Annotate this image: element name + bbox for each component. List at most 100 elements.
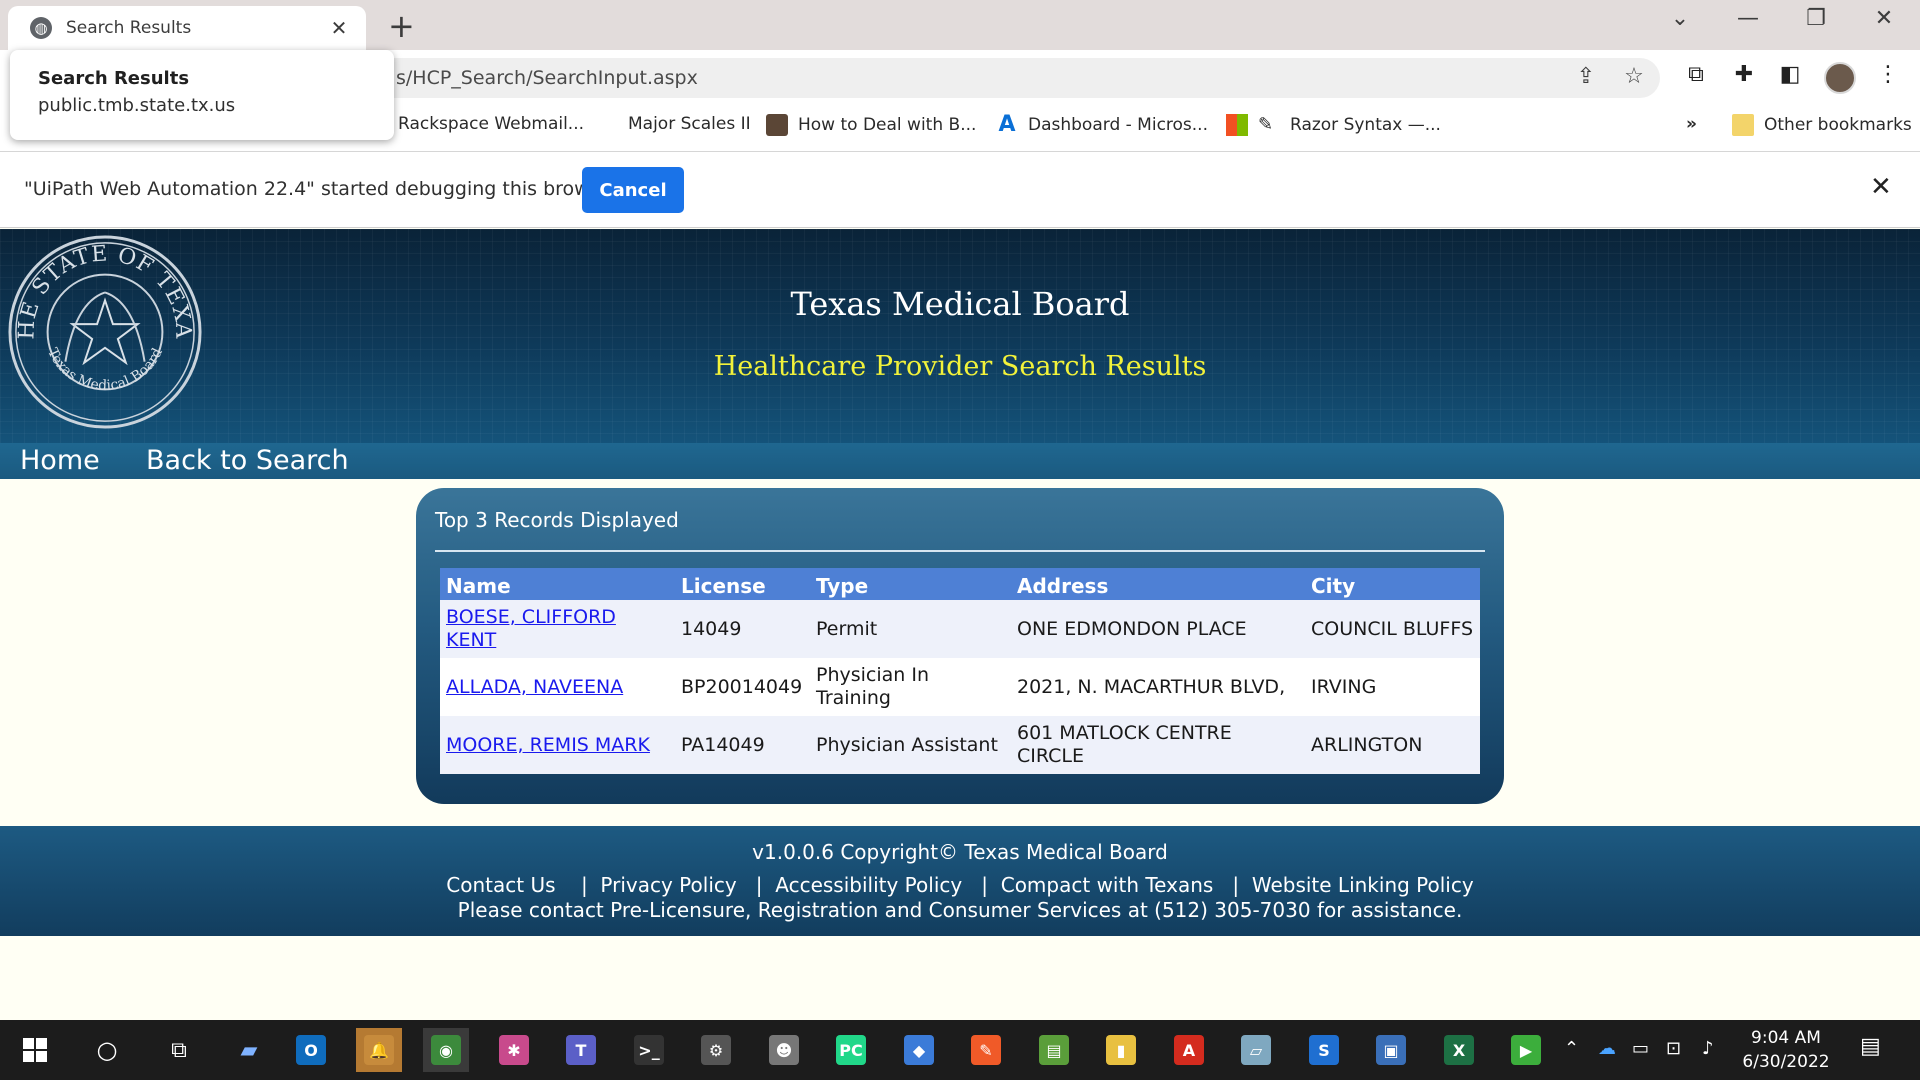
footer-separator: | bbox=[561, 873, 595, 897]
slack-icon-glyph: ✱ bbox=[499, 1035, 529, 1065]
footer-link-accessibility-policy[interactable]: Accessibility Policy bbox=[775, 873, 962, 897]
site-title: Texas Medical Board bbox=[790, 285, 1130, 323]
folder-icon-glyph: ▮ bbox=[1106, 1035, 1136, 1065]
pycharm-icon[interactable]: PC bbox=[828, 1028, 874, 1072]
azure-icon: A bbox=[998, 112, 1016, 137]
browser-tab[interactable]: ◍ Search Results ✕ bbox=[8, 6, 366, 50]
excel-icon[interactable]: X bbox=[1436, 1028, 1482, 1072]
bell-icon[interactable]: 🔔 bbox=[356, 1028, 402, 1072]
footer-link-privacy-policy[interactable]: Privacy Policy bbox=[600, 873, 736, 897]
search-circle-icon[interactable]: ○ bbox=[84, 1028, 130, 1072]
provider-name-link[interactable]: ALLADA, NAVEENA bbox=[446, 676, 623, 698]
bookmark-dashboard[interactable]: A Dashboard - Micros... bbox=[996, 114, 1208, 136]
cell-address: ONE EDMONDON PLACE bbox=[1011, 600, 1305, 658]
settings-gear-icon[interactable]: ⚙ bbox=[693, 1028, 739, 1072]
volume-icon[interactable]: ♪ bbox=[1702, 1038, 1714, 1059]
battery-icon[interactable]: ▭ bbox=[1632, 1038, 1649, 1059]
divider bbox=[435, 550, 1485, 552]
git-icon-glyph: ◆ bbox=[904, 1035, 934, 1065]
windows-taskbar: ○ ⧉ ▰ O 🔔 ◉ ✱ T >_ ⚙ ☻ PC ◆ ✎ ▤ ▮ A ▱ S ▣ X ▶ ⌃ ☁ ▭ ⊡ ♪ 9:… bbox=[0, 1020, 1920, 1080]
nav-home-link[interactable]: Home bbox=[20, 443, 100, 479]
cell-name: MOORE, REMIS MARK bbox=[440, 716, 675, 774]
notepad-icon[interactable]: ▤ bbox=[1031, 1028, 1077, 1072]
table-header-row: Name License Type Address City bbox=[440, 568, 1480, 600]
remote-desktop-icon[interactable]: ▣ bbox=[1368, 1028, 1414, 1072]
postman-icon[interactable]: ☻ bbox=[761, 1028, 807, 1072]
table-row: MOORE, REMIS MARK PA14049 Physician Assi… bbox=[440, 716, 1480, 774]
close-window-icon[interactable]: ✕ bbox=[1864, 6, 1904, 31]
terminal-icon-glyph: >_ bbox=[634, 1035, 664, 1065]
document-icon-glyph: ▱ bbox=[1241, 1035, 1271, 1065]
table-row: BOESE, CLIFFORD KENT 14049 Permit ONE ED… bbox=[440, 600, 1480, 658]
teams-icon-glyph: T bbox=[566, 1035, 596, 1065]
player-icon[interactable]: ▶ bbox=[1503, 1028, 1549, 1072]
teams-icon[interactable]: T bbox=[558, 1028, 604, 1072]
chevron-up-icon[interactable]: ⌃ bbox=[1564, 1038, 1579, 1059]
chrome-icon[interactable]: ◉ bbox=[423, 1028, 469, 1072]
provider-name-link[interactable]: MOORE, REMIS MARK bbox=[446, 734, 650, 756]
bookmark-major-scales[interactable]: Major Scales II bbox=[628, 114, 751, 134]
slack-icon[interactable]: ✱ bbox=[491, 1028, 537, 1072]
kebab-menu-icon[interactable]: ⋮ bbox=[1872, 62, 1904, 87]
share-icon[interactable]: ⇪ bbox=[1570, 64, 1602, 89]
bookmarks-overflow-icon[interactable]: » bbox=[1686, 114, 1697, 134]
taskbar-clock[interactable]: 9:04 AM 6/30/2022 bbox=[1720, 1026, 1852, 1074]
address-bar[interactable]: s/HCP_Search/SearchInput.aspx ⇪ ☆ bbox=[370, 58, 1660, 98]
sidepanel-icon[interactable]: ◧ bbox=[1774, 62, 1806, 87]
results-table: Name License Type Address City BOESE, CL… bbox=[440, 568, 1480, 774]
player-icon-glyph: ▶ bbox=[1511, 1035, 1541, 1065]
puzzle-icon[interactable]: ✚ bbox=[1728, 62, 1760, 87]
tab-strip: ◍ Search Results ✕ + ⌄ — ❐ ✕ bbox=[0, 0, 1920, 50]
pen-icon[interactable]: ✎ bbox=[963, 1028, 1009, 1072]
notepad-icon-glyph: ▤ bbox=[1039, 1035, 1069, 1065]
chevron-down-icon[interactable]: ⌄ bbox=[1660, 6, 1700, 31]
settings-gear-icon-glyph: ⚙ bbox=[701, 1035, 731, 1065]
other-bookmarks[interactable]: Other bookmarks bbox=[1732, 114, 1912, 136]
footer-separator: | bbox=[743, 873, 769, 897]
restore-icon[interactable]: ❐ bbox=[1796, 6, 1836, 31]
table-row: ALLADA, NAVEENA BP20014049 Physician In … bbox=[440, 658, 1480, 716]
onedrive-icon[interactable]: ☁ bbox=[1598, 1038, 1616, 1059]
s-app-icon[interactable]: S bbox=[1301, 1028, 1347, 1072]
cell-license: BP20014049 bbox=[675, 658, 810, 716]
close-tab-icon[interactable]: ✕ bbox=[326, 16, 352, 40]
column-header-city: City bbox=[1305, 568, 1480, 600]
extension-icon[interactable]: ⧉ bbox=[1680, 62, 1712, 87]
site-footer: v1.0.0.6 Copyright© Texas Medical Board … bbox=[0, 826, 1920, 936]
pdf-icon[interactable]: A bbox=[1166, 1028, 1212, 1072]
task-view-icon[interactable]: ⧉ bbox=[156, 1028, 202, 1072]
cell-address: 601 MATLOCK CENTRE CIRCLE bbox=[1011, 716, 1305, 774]
windows-start-icon[interactable] bbox=[12, 1028, 58, 1072]
cell-name: ALLADA, NAVEENA bbox=[440, 658, 675, 716]
site-nav: Home Back to Search bbox=[0, 443, 1920, 479]
star-icon[interactable]: ☆ bbox=[1618, 64, 1650, 89]
laptop-icon[interactable]: ▰ bbox=[226, 1028, 272, 1072]
footer-link-contact-us[interactable]: Contact Us bbox=[446, 873, 555, 897]
terminal-icon[interactable]: >_ bbox=[626, 1028, 672, 1072]
url-text[interactable]: s/HCP_Search/SearchInput.aspx bbox=[396, 67, 698, 89]
cancel-button[interactable]: Cancel bbox=[582, 167, 684, 213]
git-icon[interactable]: ◆ bbox=[896, 1028, 942, 1072]
bell-icon-glyph: 🔔 bbox=[364, 1035, 394, 1065]
network-icon[interactable]: ⊡ bbox=[1666, 1038, 1681, 1059]
footer-separator: | bbox=[968, 873, 995, 897]
cell-type: Permit bbox=[810, 600, 1011, 658]
provider-name-link[interactable]: BOESE, CLIFFORD KENT bbox=[446, 606, 616, 651]
folder-icon[interactable]: ▮ bbox=[1098, 1028, 1144, 1072]
bookmark-rackspace[interactable]: Rackspace Webmail... bbox=[398, 114, 584, 134]
nav-back-to-search-link[interactable]: Back to Search bbox=[146, 443, 349, 479]
avatar[interactable] bbox=[1824, 62, 1856, 94]
bookmark-razor-syntax[interactable]: ✎ Razor Syntax —... bbox=[1226, 114, 1441, 136]
debug-infobar: "UiPath Web Automation 22.4" started deb… bbox=[0, 152, 1920, 228]
notifications-icon[interactable]: ▤ bbox=[1860, 1034, 1881, 1059]
footer-link-compact-with-texans[interactable]: Compact with Texans bbox=[1001, 873, 1214, 897]
new-tab-icon[interactable]: + bbox=[388, 8, 415, 44]
close-infobar-icon[interactable]: ✕ bbox=[1870, 172, 1892, 202]
document-icon[interactable]: ▱ bbox=[1233, 1028, 1279, 1072]
column-header-address: Address bbox=[1011, 568, 1305, 600]
minimize-icon[interactable]: — bbox=[1728, 6, 1768, 31]
footer-link-website-linking-policy[interactable]: Website Linking Policy bbox=[1252, 873, 1474, 897]
outlook-icon[interactable]: O bbox=[288, 1028, 334, 1072]
site-header: THE STATE OF TEXAS Texas Medical Board T… bbox=[0, 229, 1920, 443]
bookmark-how-to-deal[interactable]: How to Deal with B... bbox=[766, 114, 976, 136]
